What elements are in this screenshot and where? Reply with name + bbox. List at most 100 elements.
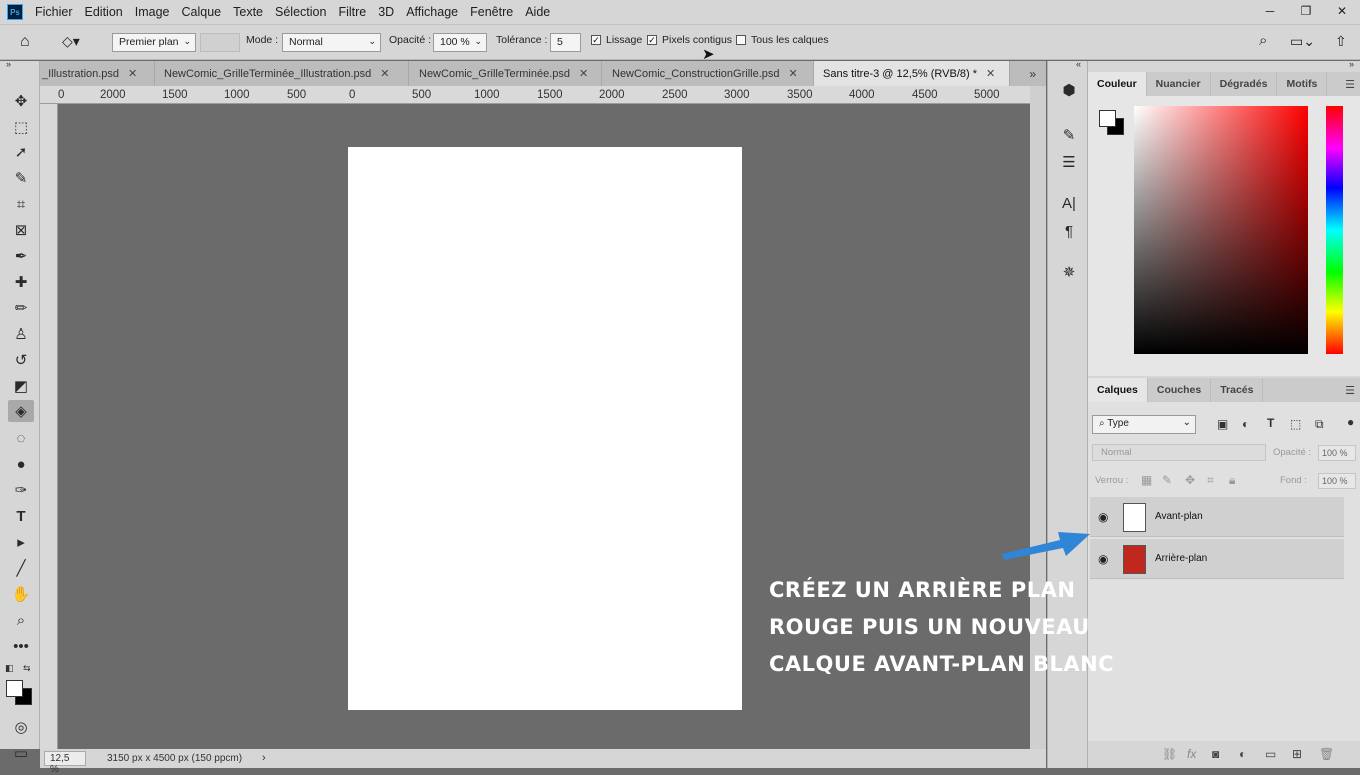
all-layers-checkbox[interactable] (736, 35, 746, 45)
search-icon[interactable]: ⌕ (1259, 32, 1267, 49)
lock-transparency-icon[interactable]: ▦ (1141, 473, 1152, 487)
tab-degrades[interactable]: Dégradés (1211, 72, 1278, 96)
frame-tool-icon[interactable]: ⊠ (8, 219, 34, 241)
zoom-field[interactable]: 12,5 % (44, 751, 86, 775)
eye-icon[interactable]: ◉ (1098, 552, 1108, 566)
eyedropper-icon[interactable]: ✒ (8, 245, 34, 267)
tab-illustration[interactable]: _Illustration.psd ✕ (40, 61, 155, 86)
foreground-color-swatch[interactable] (1099, 110, 1116, 127)
tolerance-input[interactable]: 5 (550, 33, 581, 52)
tab-couches[interactable]: Couches (1148, 378, 1212, 402)
fill-input[interactable]: 100 % (1318, 473, 1356, 489)
workspace-icon[interactable]: ▭⌄ (1290, 33, 1315, 50)
move-tool-icon[interactable]: ✥ (8, 90, 34, 112)
filter-toggle-icon[interactable]: ● (1347, 415, 1354, 429)
menu-fenetre[interactable]: Fenêtre (470, 5, 513, 19)
new-group-icon[interactable]: ▭ (1265, 747, 1276, 761)
zoom-tool-icon[interactable]: ⌕ (8, 609, 34, 631)
menu-filtre[interactable]: Filtre (338, 5, 366, 19)
filter-type-icon[interactable]: T (1267, 416, 1274, 430)
menu-aide[interactable]: Aide (525, 5, 550, 19)
menu-fichier[interactable]: Fichier (35, 5, 73, 19)
brush-tool-icon[interactable]: ✏ (8, 297, 34, 319)
3d-icon[interactable]: ⬢ (1059, 80, 1079, 100)
lock-all-icon[interactable]: 🔒︎ (1229, 473, 1235, 488)
more-tabs-icon[interactable]: » (1010, 61, 1046, 86)
eraser-icon[interactable]: ◩ (8, 375, 34, 397)
restore-button[interactable]: ❐ (1288, 0, 1324, 22)
default-colors-icon[interactable]: ◧ (5, 663, 14, 674)
hue-slider[interactable] (1326, 106, 1343, 354)
tab-construction-grille[interactable]: NewComic_ConstructionGrille.psd ✕ (602, 61, 814, 86)
add-mask-icon[interactable]: ◙ (1212, 747, 1219, 761)
delete-layer-icon[interactable]: 🗑︎ (1319, 747, 1334, 761)
new-layer-icon[interactable]: ⊞ (1292, 747, 1302, 761)
smoothing-checkbox[interactable]: ✓ (591, 35, 601, 45)
tab-grille-terminee[interactable]: NewComic_GrilleTerminée.psd ✕ (409, 61, 602, 86)
tab-motifs[interactable]: Motifs (1277, 72, 1328, 96)
panel-menu-icon[interactable]: ☰ (1345, 78, 1355, 91)
tab-traces[interactable]: Tracés (1211, 378, 1264, 402)
contiguous-checkbox[interactable]: ✓ (647, 35, 657, 45)
lock-artboard-icon[interactable]: ⌗ (1207, 473, 1214, 488)
chevron-right-icon[interactable]: › (262, 752, 266, 764)
close-icon[interactable]: ✕ (380, 67, 389, 80)
lock-pixels-icon[interactable]: ✎ (1162, 473, 1172, 487)
layer-row-arriere-plan[interactable]: ◉ Arrière-plan (1090, 539, 1344, 579)
blur-tool-icon[interactable]: ◌ (8, 427, 34, 449)
crop-tool-icon[interactable]: ⌗ (8, 193, 34, 215)
layer-filter-select[interactable]: ⌕ Type ⌄ (1092, 415, 1196, 434)
all-layers-option[interactable]: Tous les calques (736, 34, 829, 46)
brushes-icon[interactable]: ☰ (1059, 152, 1079, 172)
menu-selection[interactable]: Sélection (275, 5, 326, 19)
paint-bucket-icon[interactable]: ◈ (8, 400, 34, 422)
type-tool-icon[interactable]: T (8, 505, 34, 527)
paint-bucket-preset-icon[interactable]: ◇▾ (62, 33, 80, 50)
lock-position-icon[interactable]: ✥ (1185, 473, 1195, 487)
quick-mask-icon[interactable]: ◎ (8, 716, 34, 738)
line-tool-icon[interactable]: ╱ (8, 557, 34, 579)
paragraph-icon[interactable]: ¶ (1059, 221, 1079, 241)
menu-edition[interactable]: Edition (85, 5, 123, 19)
opacity-input[interactable]: 100 % ⌄ (433, 33, 487, 52)
tab-sans-titre-3[interactable]: Sans titre-3 @ 12,5% (RVB/8) * ✕ (814, 61, 1010, 86)
share-icon[interactable]: ⇧ (1335, 33, 1347, 50)
close-icon[interactable]: ✕ (128, 67, 137, 80)
pen-tool-icon[interactable]: ✑ (8, 479, 34, 501)
eye-icon[interactable]: ◉ (1098, 510, 1108, 524)
collapse-icon[interactable]: » (6, 59, 11, 69)
stamp-tool-icon[interactable]: ♙ (8, 323, 34, 345)
filter-smart-object-icon[interactable]: ⧉ (1315, 417, 1324, 432)
lasso-tool-icon[interactable]: ➚ (8, 141, 34, 163)
close-icon[interactable]: ✕ (986, 67, 995, 80)
foreground-color-swatch[interactable] (6, 680, 23, 697)
screen-mode-icon[interactable]: ▭ (8, 742, 34, 764)
blend-mode-select[interactable]: Normal (1092, 444, 1266, 461)
close-icon[interactable]: ✕ (579, 67, 588, 80)
tab-nuancier[interactable]: Nuancier (1147, 72, 1211, 96)
menu-3d[interactable]: 3D (378, 5, 394, 19)
tab-calques[interactable]: Calques (1088, 378, 1148, 402)
adjustment-layer-icon[interactable]: ◐ (1239, 747, 1246, 761)
filter-pixel-icon[interactable]: ▣ (1217, 417, 1228, 431)
filter-adjustment-icon[interactable]: ◐ (1242, 417, 1249, 431)
expand-icon[interactable]: « (1076, 59, 1081, 69)
minimize-button[interactable]: ─ (1252, 0, 1288, 22)
contiguous-option[interactable]: ✓ Pixels contigus (647, 34, 732, 46)
menu-calque[interactable]: Calque (182, 5, 222, 19)
home-icon[interactable]: ⌂ (20, 33, 30, 51)
quick-selection-icon[interactable]: ✎ (8, 167, 34, 189)
menu-affichage[interactable]: Affichage (406, 5, 458, 19)
menu-texte[interactable]: Texte (233, 5, 263, 19)
dodge-tool-icon[interactable]: ● (8, 453, 34, 475)
swap-colors-icon[interactable]: ⇆ (23, 663, 31, 674)
mode-select[interactable]: Normal ⌄ (282, 33, 381, 52)
tab-grille-terminee-illustration[interactable]: NewComic_GrilleTerminée_Illustration.psd… (155, 61, 409, 86)
healing-brush-icon[interactable]: ✚ (8, 271, 34, 293)
panel-menu-icon[interactable]: ☰ (1345, 384, 1355, 397)
close-icon[interactable]: ✕ (789, 67, 798, 80)
menu-image[interactable]: Image (135, 5, 170, 19)
tab-couleur[interactable]: Couleur (1088, 72, 1147, 96)
collapse-icon[interactable]: » (1349, 59, 1354, 69)
navigator-icon[interactable]: ✵ (1059, 262, 1079, 282)
